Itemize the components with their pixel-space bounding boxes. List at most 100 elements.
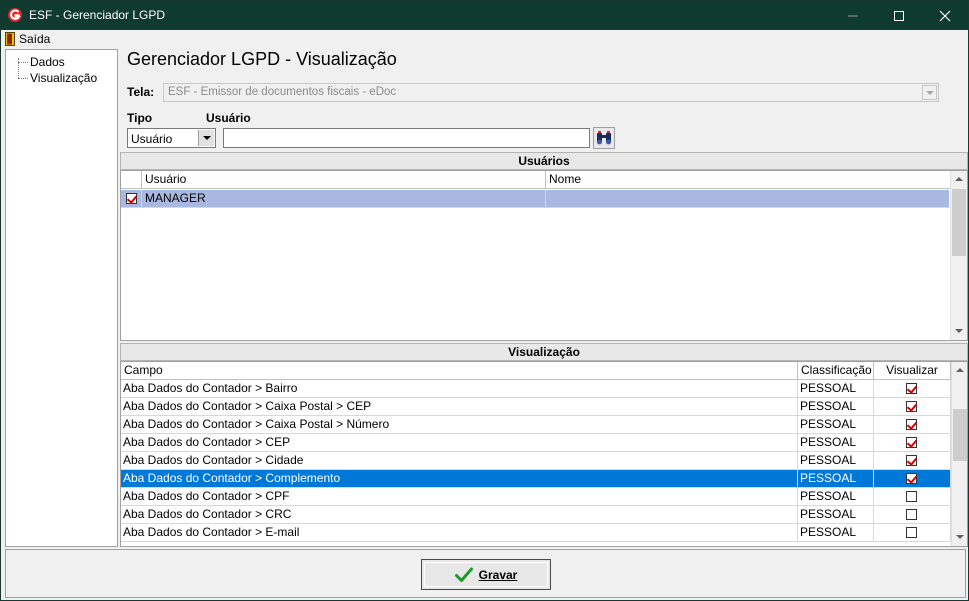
tree-item-dados[interactable]: Dados (18, 55, 65, 69)
view-vertical-scrollbar[interactable] (951, 362, 967, 546)
save-button[interactable]: Gravar (421, 559, 551, 590)
nome-cell (546, 190, 949, 208)
users-grid-header: Usuário Nome (121, 171, 950, 189)
exit-label: Saída (19, 32, 51, 46)
visualizar-checkbox[interactable] (906, 473, 917, 484)
visualizar-checkbox[interactable] (906, 437, 917, 448)
title-bar: ESF - Gerenciador LGPD (1, 1, 968, 30)
campo-cell: Aba Dados do Contador > CEP (121, 434, 798, 452)
column-header-classificacao[interactable]: Classificação (798, 362, 874, 380)
close-icon (939, 10, 951, 22)
table-row[interactable]: Aba Dados do Contador > Bairro PESSOAL (121, 380, 951, 398)
visualizar-cell (874, 488, 951, 506)
tela-select[interactable]: ESF - Emissor de documentos fiscais - eD… (163, 83, 939, 102)
tree-item-visualizacao[interactable]: Visualização (18, 71, 97, 85)
visualizar-cell (874, 452, 951, 470)
campo-cell: Aba Dados do Contador > CPF (121, 488, 798, 506)
column-header-nome[interactable]: Nome (546, 171, 950, 189)
button-focus-border (424, 562, 548, 587)
table-row[interactable]: Aba Dados do Contador > Caixa Postal > C… (121, 398, 951, 416)
app-window: ESF - Gerenciador LGPD Saída Dados Visua… (0, 0, 969, 601)
campo-cell: Aba Dados do Contador > Cidade (121, 452, 798, 470)
users-section-header: Usuários (120, 152, 968, 170)
app-logo-icon (8, 8, 22, 22)
visualizar-cell (874, 524, 951, 542)
row-check-cell (121, 190, 142, 208)
window-title: ESF - Gerenciador LGPD (29, 8, 166, 22)
users-grid: Usuário Nome MANAGER (120, 170, 968, 341)
visualizar-cell (874, 434, 951, 452)
classificacao-cell: PESSOAL (798, 398, 874, 416)
tela-label: Tela: (127, 85, 155, 99)
view-grid-header: Campo Classificação Visualizar (121, 362, 951, 380)
search-button[interactable] (593, 127, 615, 149)
classificacao-cell: PESSOAL (798, 416, 874, 434)
tree-item-label: Visualização (30, 71, 98, 85)
visualizar-checkbox[interactable] (906, 509, 917, 520)
usuario-cell: MANAGER (142, 190, 546, 208)
visualizar-checkbox[interactable] (906, 401, 917, 412)
classificacao-cell: PESSOAL (798, 506, 874, 524)
visualizar-checkbox[interactable] (906, 527, 917, 538)
column-header-check (121, 171, 142, 189)
page-title: Gerenciador LGPD - Visualização (127, 49, 397, 69)
minimize-button[interactable] (830, 1, 876, 30)
tipo-label: Tipo (127, 111, 153, 125)
tela-value: ESF - Emissor de documentos fiscais - eD… (168, 86, 397, 98)
table-row[interactable]: Aba Dados do Contador > CRC PESSOAL (121, 506, 951, 524)
visualizar-checkbox[interactable] (906, 491, 917, 502)
usuario-label: Usuário (206, 111, 251, 125)
tree-branch (18, 78, 28, 79)
table-row[interactable]: Aba Dados do Contador > Caixa Postal > N… (121, 416, 951, 434)
view-grid: Campo Classificação Visualizar Aba Dados… (120, 361, 968, 547)
classificacao-cell: PESSOAL (798, 470, 874, 488)
menu-bar: Saída (1, 30, 968, 48)
table-row[interactable]: MANAGER (121, 190, 949, 208)
tipo-value: Usuário (131, 132, 173, 146)
column-header-visualizar[interactable]: Visualizar (874, 362, 951, 380)
table-row-selected[interactable]: Aba Dados do Contador > Complemento PESS… (121, 470, 951, 488)
scroll-thumb[interactable] (953, 409, 967, 461)
tree-item-label: Dados (30, 55, 65, 69)
scroll-down-icon[interactable] (951, 323, 967, 340)
exit-menu-item[interactable]: Saída (5, 31, 50, 47)
classificacao-cell: PESSOAL (798, 452, 874, 470)
visualizar-checkbox[interactable] (906, 455, 917, 466)
navigation-tree: Dados Visualização (5, 49, 118, 547)
binoculars-icon (597, 131, 611, 145)
campo-cell: Aba Dados do Contador > Complemento (121, 470, 798, 488)
visualizar-checkbox[interactable] (906, 419, 917, 430)
classificacao-cell: PESSOAL (798, 488, 874, 506)
visualizar-cell (874, 398, 951, 416)
minimize-icon (848, 15, 858, 17)
visualizar-cell (874, 470, 951, 488)
chevron-down-icon[interactable] (198, 130, 214, 146)
campo-cell: Aba Dados do Contador > E-mail (121, 524, 798, 542)
campo-cell: Aba Dados do Contador > Caixa Postal > C… (121, 398, 798, 416)
campo-cell: Aba Dados do Contador > Caixa Postal > N… (121, 416, 798, 434)
maximize-button[interactable] (876, 1, 922, 30)
checkbox[interactable] (126, 193, 137, 204)
column-header-campo[interactable]: Campo (121, 362, 798, 380)
classificacao-cell: PESSOAL (798, 434, 874, 452)
column-header-usuario[interactable]: Usuário (142, 171, 546, 189)
table-row[interactable]: Aba Dados do Contador > Cidade PESSOAL (121, 452, 951, 470)
scroll-thumb[interactable] (952, 189, 966, 256)
campo-cell: Aba Dados do Contador > Bairro (121, 380, 798, 398)
table-row[interactable]: Aba Dados do Contador > CPF PESSOAL (121, 488, 951, 506)
scroll-up-icon[interactable] (952, 362, 967, 379)
usuario-input[interactable] (223, 128, 590, 148)
chevron-down-icon[interactable] (922, 85, 937, 100)
visualizar-checkbox[interactable] (906, 383, 917, 394)
table-row[interactable]: Aba Dados do Contador > E-mail PESSOAL (121, 524, 951, 542)
scroll-down-icon[interactable] (952, 529, 967, 546)
tipo-select[interactable]: Usuário (127, 128, 216, 148)
table-row[interactable]: Aba Dados do Contador > CEP PESSOAL (121, 434, 951, 452)
close-button[interactable] (922, 1, 968, 30)
scroll-up-icon[interactable] (951, 171, 967, 188)
users-vertical-scrollbar[interactable] (950, 171, 967, 340)
visualizar-cell (874, 416, 951, 434)
visualizar-cell (874, 380, 951, 398)
exit-door-icon (5, 32, 15, 46)
tree-branch (18, 62, 28, 63)
